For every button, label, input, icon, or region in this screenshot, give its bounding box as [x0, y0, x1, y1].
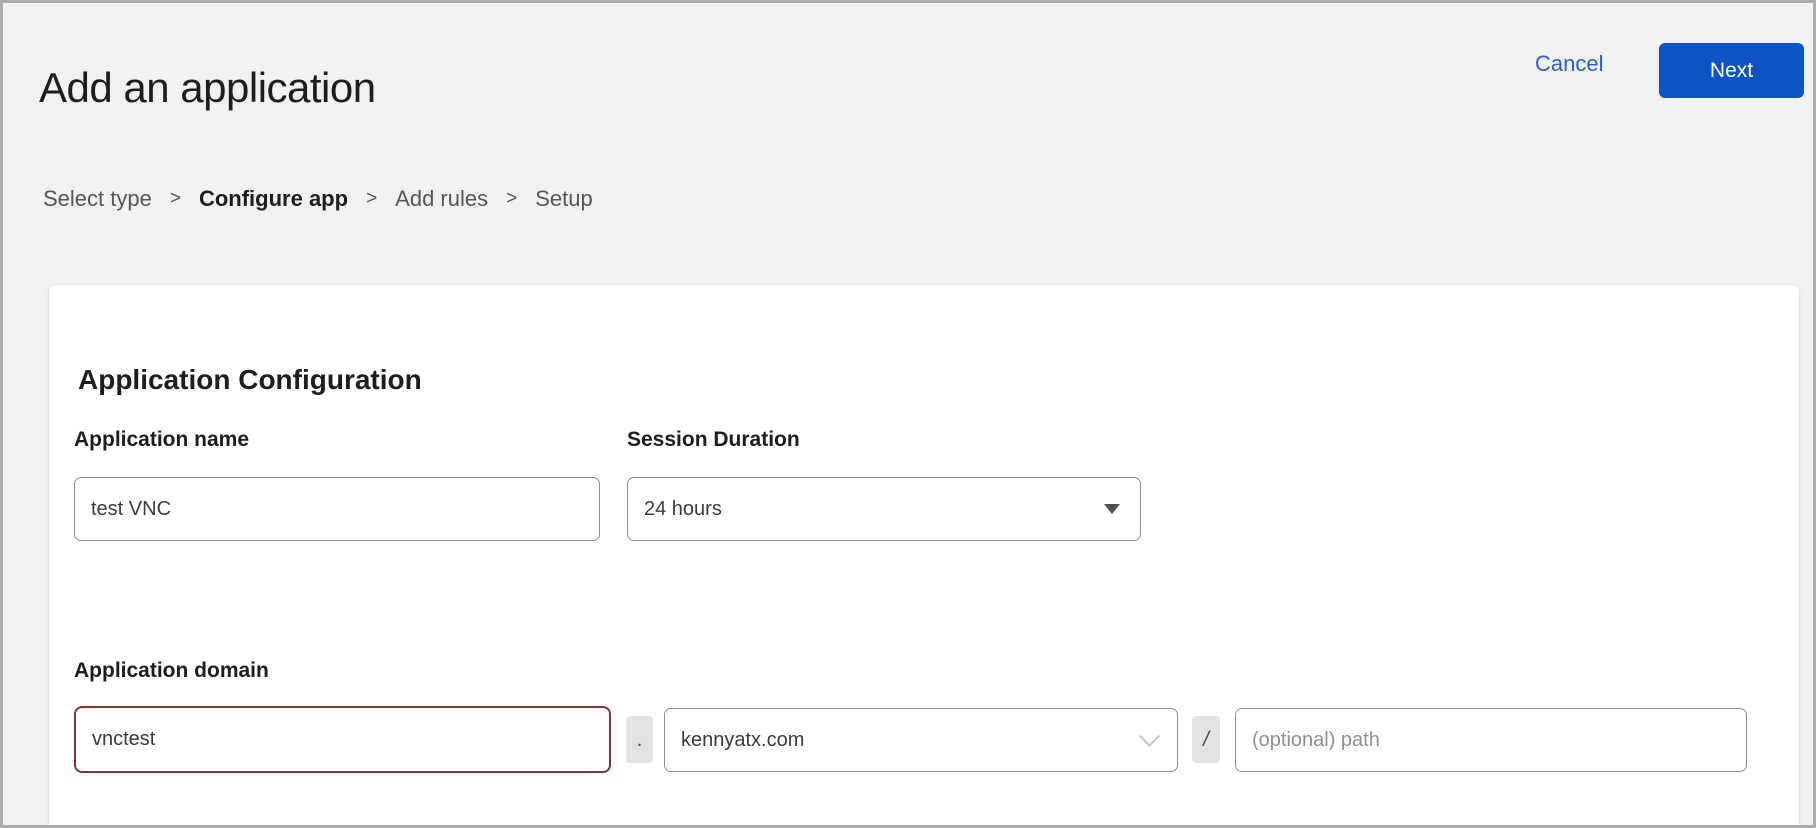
cancel-button[interactable]: Cancel	[1535, 51, 1603, 77]
session-duration-value: 24 hours	[644, 498, 722, 521]
add-application-page: Add an application Cancel Next Select ty…	[0, 0, 1816, 828]
step-select-type[interactable]: Select type	[43, 186, 152, 212]
section-title: Application Configuration	[78, 364, 422, 396]
step-setup[interactable]: Setup	[535, 186, 593, 212]
step-configure-app[interactable]: Configure app	[199, 186, 348, 212]
application-name-label: Application name	[74, 428, 249, 452]
application-configuration-card: Application Configuration Application na…	[48, 284, 1800, 828]
session-duration-label: Session Duration	[627, 428, 800, 452]
next-button[interactable]: Next	[1659, 43, 1804, 98]
triangle-down-icon	[1104, 504, 1120, 514]
breadcrumb-separator: >	[170, 188, 181, 210]
path-input[interactable]	[1235, 708, 1747, 772]
breadcrumb-separator: >	[366, 188, 377, 210]
slash-separator: /	[1192, 716, 1220, 763]
breadcrumb: Select type > Configure app > Add rules …	[43, 186, 593, 212]
chevron-down-icon	[1139, 725, 1160, 746]
session-duration-select[interactable]: 24 hours	[627, 477, 1141, 541]
page-title: Add an application	[39, 64, 376, 112]
application-name-input[interactable]	[74, 477, 600, 541]
breadcrumb-separator: >	[506, 188, 517, 210]
domain-select-value: kennyatx.com	[681, 729, 804, 752]
domain-select[interactable]: kennyatx.com	[664, 708, 1178, 772]
application-domain-label: Application domain	[74, 659, 269, 683]
step-add-rules[interactable]: Add rules	[395, 186, 488, 212]
dot-separator: .	[626, 716, 653, 763]
subdomain-input[interactable]	[74, 706, 611, 773]
